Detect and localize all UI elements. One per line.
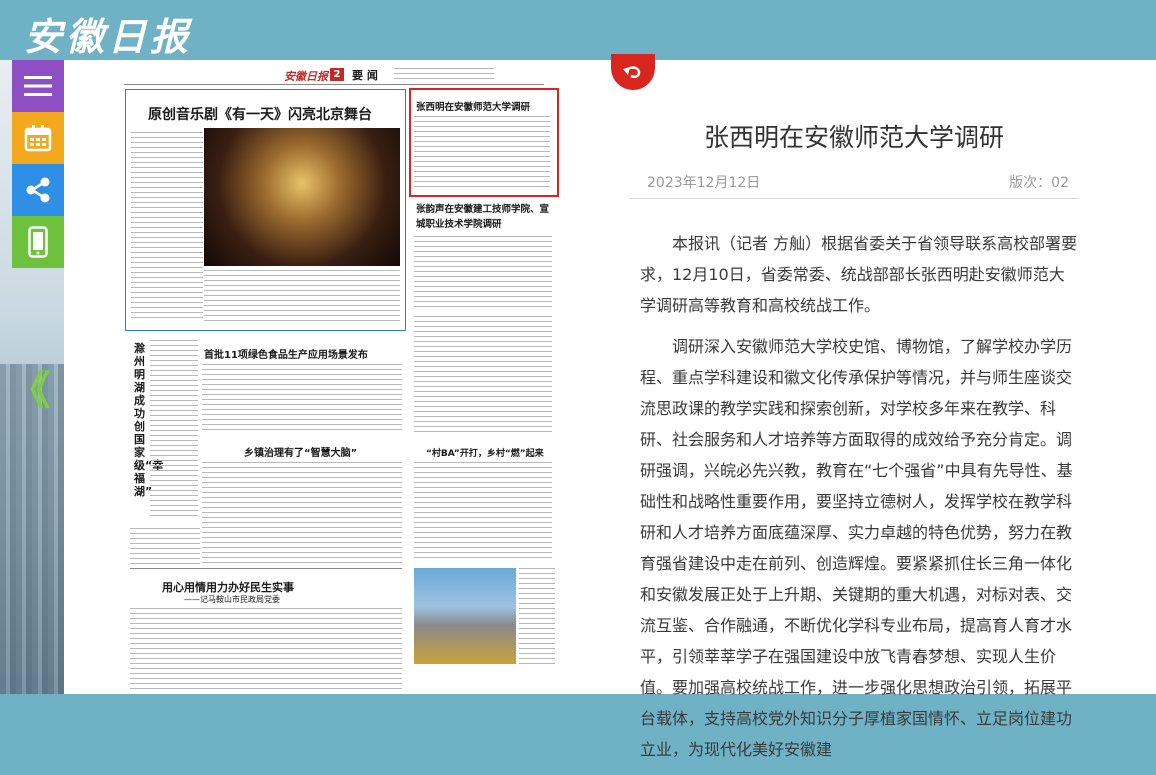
story-zxm-text bbox=[414, 116, 550, 188]
hamburger-icon bbox=[24, 76, 52, 96]
headline-village-ba: “村BA”开打，乡村“燃”起来 bbox=[426, 449, 544, 459]
headline-green-food: 首批11项绿色食品生产应用场景发布 bbox=[204, 350, 368, 361]
headline-livelihood-sub: ——记马鞍山市民政局党委 bbox=[184, 595, 280, 604]
construction-site-photo bbox=[414, 568, 516, 664]
story-township-text bbox=[202, 462, 402, 566]
story-music-text bbox=[131, 132, 203, 322]
mobile-phone-icon bbox=[28, 226, 48, 258]
story-left-text bbox=[130, 528, 200, 566]
article-paragraph: 调研深入安徽师范大学校史馆、博物馆，了解学校办学历程、重点学科建设和徽文化传承保… bbox=[640, 337, 1073, 759]
page-masthead-logo: 安徽日报 bbox=[284, 70, 328, 83]
story-green-text bbox=[202, 364, 402, 430]
story-right-text bbox=[414, 316, 552, 436]
musical-stage-photo bbox=[204, 128, 400, 266]
article-meta: 2023年12月12日 版次：02 bbox=[629, 170, 1079, 199]
article-paragraph: 本报讯（记者 方舢）根据省委关于省领导联系高校部署要求，12月10日，省委常委、… bbox=[640, 234, 1078, 315]
section-rule bbox=[130, 568, 402, 569]
headline-township: 乡镇治理有了“智慧大脑” bbox=[244, 448, 358, 459]
calendar-icon bbox=[24, 125, 52, 152]
newspaper-page-view[interactable]: 安徽日报 2 要 闻 原创音乐剧《有一天》闪亮北京舞台 张西明在安徽师范大学调研… bbox=[64, 60, 609, 694]
story-zyx-text bbox=[414, 236, 552, 308]
newspaper-logo: 安徽日报 bbox=[24, 14, 193, 59]
headline-zyx: 张韵声在安徽建工技师学院、宣城职业技术学院调研 bbox=[416, 204, 550, 230]
back-arrow-icon bbox=[623, 66, 641, 79]
story-village-text-2 bbox=[519, 568, 555, 664]
masthead-rule bbox=[124, 84, 544, 85]
page-section: 要 闻 bbox=[352, 69, 378, 82]
article-body: 本报讯（记者 方舢）根据省委关于省领导联系高校部署要求，12月10日，省委常委、… bbox=[640, 228, 1080, 775]
share-icon bbox=[26, 177, 50, 203]
article-title: 张西明在安徽师范大学调研 bbox=[703, 123, 1004, 152]
mobile-button[interactable] bbox=[12, 216, 64, 268]
headline-music: 原创音乐剧《有一天》闪亮北京舞台 bbox=[148, 107, 372, 123]
masthead-info bbox=[394, 68, 494, 82]
headline-livelihood: 用心用情用力办好民生实事 bbox=[162, 581, 294, 594]
calendar-button[interactable] bbox=[12, 112, 64, 164]
page-number: 2 bbox=[330, 68, 344, 81]
share-button[interactable] bbox=[12, 164, 64, 216]
headline-zxm: 张西明在安徽师范大学调研 bbox=[416, 102, 531, 113]
story-village-text bbox=[414, 462, 552, 562]
headline-vertical: 滁州明湖成功创国家级“幸福湖” bbox=[134, 342, 164, 498]
top-header: 安徽日报 bbox=[0, 0, 1156, 60]
article-date: 2023年12月12日 bbox=[647, 175, 761, 191]
menu-button[interactable] bbox=[12, 60, 64, 112]
article-edition: 版次：02 bbox=[1009, 175, 1069, 191]
story-vertical-text bbox=[150, 340, 198, 520]
story-music-text-2 bbox=[204, 270, 400, 322]
collapse-sidebar-button[interactable]: 《 bbox=[10, 358, 50, 416]
story-livelihood-text bbox=[130, 608, 402, 690]
